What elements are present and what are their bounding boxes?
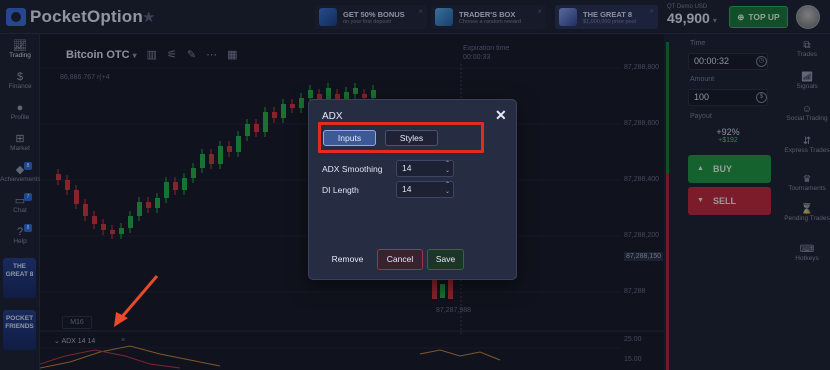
annotation-arrow: [114, 275, 159, 327]
